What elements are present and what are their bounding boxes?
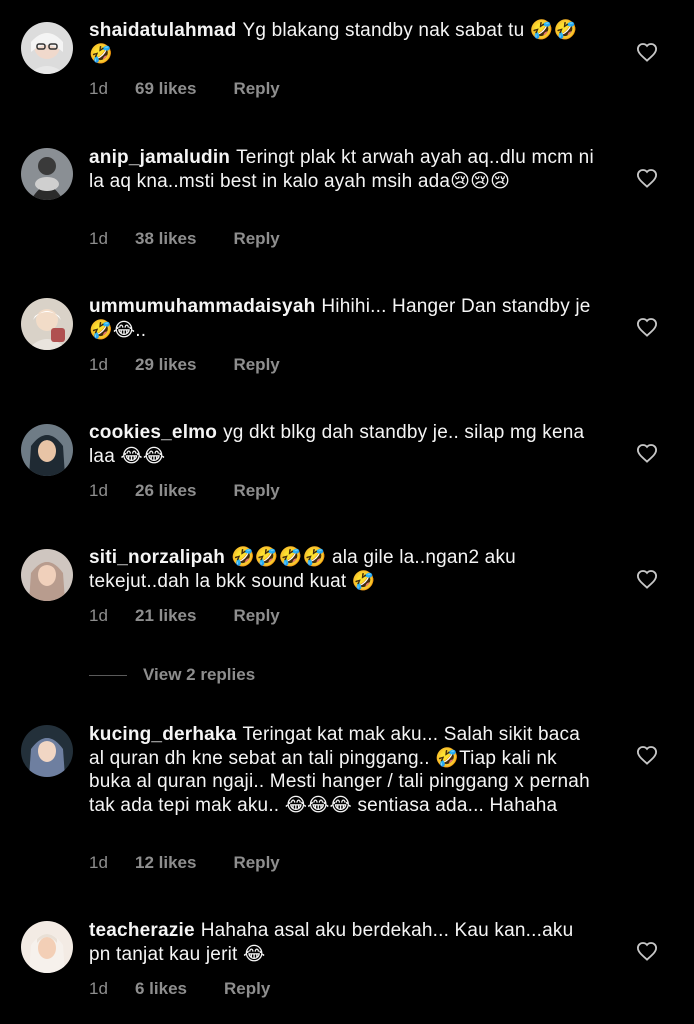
comment-time: 1d — [89, 229, 108, 248]
likes-count[interactable]: 12 likes — [135, 853, 196, 873]
comment-time: 1d — [89, 606, 108, 625]
heart-icon[interactable] — [636, 941, 658, 961]
heart-icon[interactable] — [636, 745, 658, 765]
likes-count[interactable]: 69 likes — [135, 79, 196, 99]
reply-button[interactable]: Reply — [224, 979, 270, 999]
comment-meta: 1d 38 likes Reply — [89, 229, 280, 249]
reply-button[interactable]: Reply — [233, 606, 279, 626]
reply-button[interactable]: Reply — [233, 355, 279, 375]
comment-meta: 1d 69 likes Reply — [89, 79, 280, 99]
comment-text: siti_norzalipah 🤣🤣🤣🤣 ala gile la..ngan2 a… — [89, 546, 599, 593]
avatar[interactable] — [21, 22, 73, 74]
comment-text: ummumuhammadaisyah Hihihi... Hanger Dan s… — [89, 295, 599, 342]
heart-icon[interactable] — [636, 569, 658, 589]
heart-icon[interactable] — [636, 317, 658, 337]
replies-divider — [89, 674, 127, 676]
comment-text: teacherazie Hahaha asal aku berdekah... K… — [89, 919, 599, 966]
reply-button[interactable]: Reply — [233, 229, 279, 249]
comment-text: kucing_derhaka Teringat kat mak aku... Sa… — [89, 723, 599, 817]
comment-time: 1d — [89, 79, 108, 98]
comment-text: cookies_elmo yg dkt blkg dah standby je..… — [89, 421, 599, 468]
avatar[interactable] — [21, 298, 73, 350]
view-replies-button[interactable]: View 2 replies — [89, 664, 255, 686]
likes-count[interactable]: 26 likes — [135, 481, 196, 501]
avatar[interactable] — [21, 148, 73, 200]
comment-meta: 1d 21 likes Reply — [89, 606, 280, 626]
heart-icon[interactable] — [636, 168, 658, 188]
avatar[interactable] — [21, 424, 73, 476]
comment-username[interactable]: anip_jamaludin — [89, 147, 230, 168]
comment-time: 1d — [89, 481, 108, 500]
reply-button[interactable]: Reply — [233, 79, 279, 99]
comment-meta: 1d 6 likes Reply — [89, 979, 270, 999]
avatar[interactable] — [21, 921, 73, 973]
comment-time: 1d — [89, 355, 108, 374]
heart-icon[interactable] — [636, 42, 658, 62]
avatar[interactable] — [21, 725, 73, 777]
comment-meta: 1d 12 likes Reply — [89, 853, 280, 873]
avatar[interactable] — [21, 549, 73, 601]
reply-button[interactable]: Reply — [233, 481, 279, 501]
comment-text: shaidatulahmad Yg blakang standby nak sab… — [89, 19, 599, 66]
comment-username[interactable]: teacherazie — [89, 920, 195, 941]
likes-count[interactable]: 29 likes — [135, 355, 196, 375]
comment-username[interactable]: siti_norzalipah — [89, 547, 225, 568]
comment-time: 1d — [89, 979, 108, 998]
comment-meta: 1d 26 likes Reply — [89, 481, 280, 501]
likes-count[interactable]: 21 likes — [135, 606, 196, 626]
comment-meta: 1d 29 likes Reply — [89, 355, 280, 375]
likes-count[interactable]: 6 likes — [135, 979, 187, 999]
comment-text: anip_jamaludin Teringt plak kt arwah ayah… — [89, 146, 599, 193]
comment-username[interactable]: cookies_elmo — [89, 422, 217, 443]
comment-time: 1d — [89, 853, 108, 872]
view-replies-label: View 2 replies — [143, 665, 256, 684]
comment-username[interactable]: shaidatulahmad — [89, 20, 236, 41]
likes-count[interactable]: 38 likes — [135, 229, 196, 249]
comment-username[interactable]: kucing_derhaka — [89, 724, 236, 745]
heart-icon[interactable] — [636, 443, 658, 463]
reply-button[interactable]: Reply — [233, 853, 279, 873]
comment-username[interactable]: ummumuhammadaisyah — [89, 296, 315, 317]
